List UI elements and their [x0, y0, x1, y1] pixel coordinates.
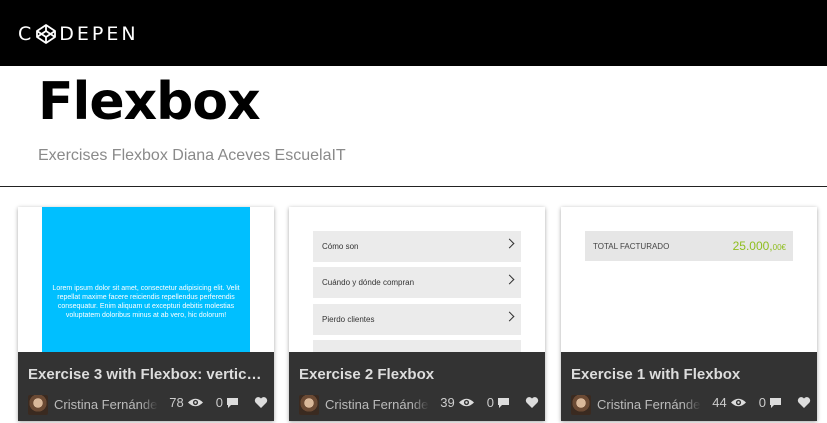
- divider: [0, 186, 827, 187]
- codepen-logo[interactable]: C DEPEN: [18, 23, 139, 45]
- heart-icon[interactable]: [797, 396, 811, 409]
- views-stat: 44: [712, 395, 746, 410]
- views-count: 44: [712, 395, 727, 410]
- comments-stat[interactable]: 0: [216, 395, 239, 410]
- avatar[interactable]: [571, 395, 591, 415]
- heart-icon[interactable]: [525, 396, 539, 409]
- total-amount-cents: 00€: [772, 243, 786, 252]
- top-bar: C DEPEN: [0, 0, 827, 66]
- chevron-right-icon: [504, 311, 515, 322]
- views-stat: 39: [440, 395, 474, 410]
- pen-preview[interactable]: TOTAL FACTURADO 25.000,00€: [561, 207, 817, 352]
- chevron-right-icon: [504, 238, 515, 249]
- like-stat[interactable]: [794, 396, 811, 409]
- preview-menu-item: Pierdo clientes: [313, 304, 521, 335]
- pen-stats: 78 0: [157, 395, 268, 410]
- preview-blue-box: Lorem ipsum dolor sit amet, consectetur …: [42, 207, 250, 352]
- total-label: TOTAL FACTURADO: [593, 242, 670, 251]
- eye-icon: [187, 398, 203, 407]
- pen-preview[interactable]: Cómo son Cuándo y dónde compran Pierdo c…: [289, 207, 545, 352]
- like-stat[interactable]: [251, 396, 268, 409]
- pen-author[interactable]: Cristina Fernández: [54, 397, 158, 412]
- comment-icon: [770, 397, 781, 408]
- pen-stats: 44 0: [700, 395, 811, 410]
- views-count: 78: [169, 395, 184, 410]
- preview-menu-item: Cuándo y dónde compran: [313, 267, 521, 298]
- menu-item-label: Pierdo clientes: [322, 315, 375, 324]
- preview-menu-item: Cómo son: [313, 231, 521, 262]
- pen-title[interactable]: Exercise 1 with Flexbox: [571, 366, 811, 383]
- like-stat[interactable]: [522, 396, 539, 409]
- pen-title[interactable]: Exercise 3 with Flexbox: vertical ...: [28, 366, 268, 383]
- codepen-cube-icon: [36, 24, 57, 44]
- pen-title[interactable]: Exercise 2 Flexbox: [299, 366, 539, 383]
- collection-description: Exercises Flexbox Diana Aceves EscuelaIT: [38, 147, 346, 164]
- collection-title: Flexbox: [38, 72, 261, 132]
- total-amount-main: 25.000,: [732, 239, 773, 253]
- comments-stat[interactable]: 0: [759, 395, 782, 410]
- avatar[interactable]: [299, 395, 319, 415]
- eye-icon: [730, 398, 746, 407]
- comments-count: 0: [486, 395, 494, 410]
- comments-stat[interactable]: 0: [487, 395, 510, 410]
- comment-icon: [498, 397, 509, 408]
- preview-lorem-text: Lorem ipsum dolor sit amet, consectetur …: [52, 285, 240, 319]
- pen-author[interactable]: Cristina Fernández: [325, 397, 429, 412]
- pen-preview[interactable]: Lorem ipsum dolor sit amet, consectetur …: [18, 207, 274, 352]
- pen-meta: Exercise 2 Flexbox Cristina Fernández 39…: [289, 352, 545, 421]
- eye-icon: [458, 398, 474, 407]
- total-amount: 25.000,00€: [733, 239, 786, 253]
- views-stat: 78: [169, 395, 203, 410]
- pen-card[interactable]: TOTAL FACTURADO 25.000,00€ Exercise 1 wi…: [561, 207, 817, 421]
- logo-text-c: C: [18, 23, 35, 45]
- preview-menu-item: [313, 340, 521, 352]
- pen-card[interactable]: Cómo son Cuándo y dónde compran Pierdo c…: [289, 207, 545, 421]
- heart-icon[interactable]: [254, 396, 268, 409]
- comment-icon: [227, 397, 238, 408]
- pen-author[interactable]: Cristina Fernández: [597, 397, 701, 412]
- pen-meta: Exercise 3 with Flexbox: vertical ... Cr…: [18, 352, 274, 421]
- views-count: 39: [440, 395, 455, 410]
- pen-card[interactable]: Lorem ipsum dolor sit amet, consectetur …: [18, 207, 274, 421]
- comments-count: 0: [215, 395, 223, 410]
- menu-item-label: Cuándo y dónde compran: [322, 278, 415, 287]
- comments-count: 0: [758, 395, 766, 410]
- preview-total-box: TOTAL FACTURADO 25.000,00€: [585, 231, 793, 261]
- avatar[interactable]: [28, 395, 48, 415]
- menu-item-label: Cómo son: [322, 242, 359, 251]
- pen-stats: 39 0: [428, 395, 539, 410]
- chevron-right-icon: [504, 274, 515, 285]
- pen-meta: Exercise 1 with Flexbox Cristina Fernánd…: [561, 352, 817, 421]
- logo-text-depen: DEPEN: [59, 23, 139, 45]
